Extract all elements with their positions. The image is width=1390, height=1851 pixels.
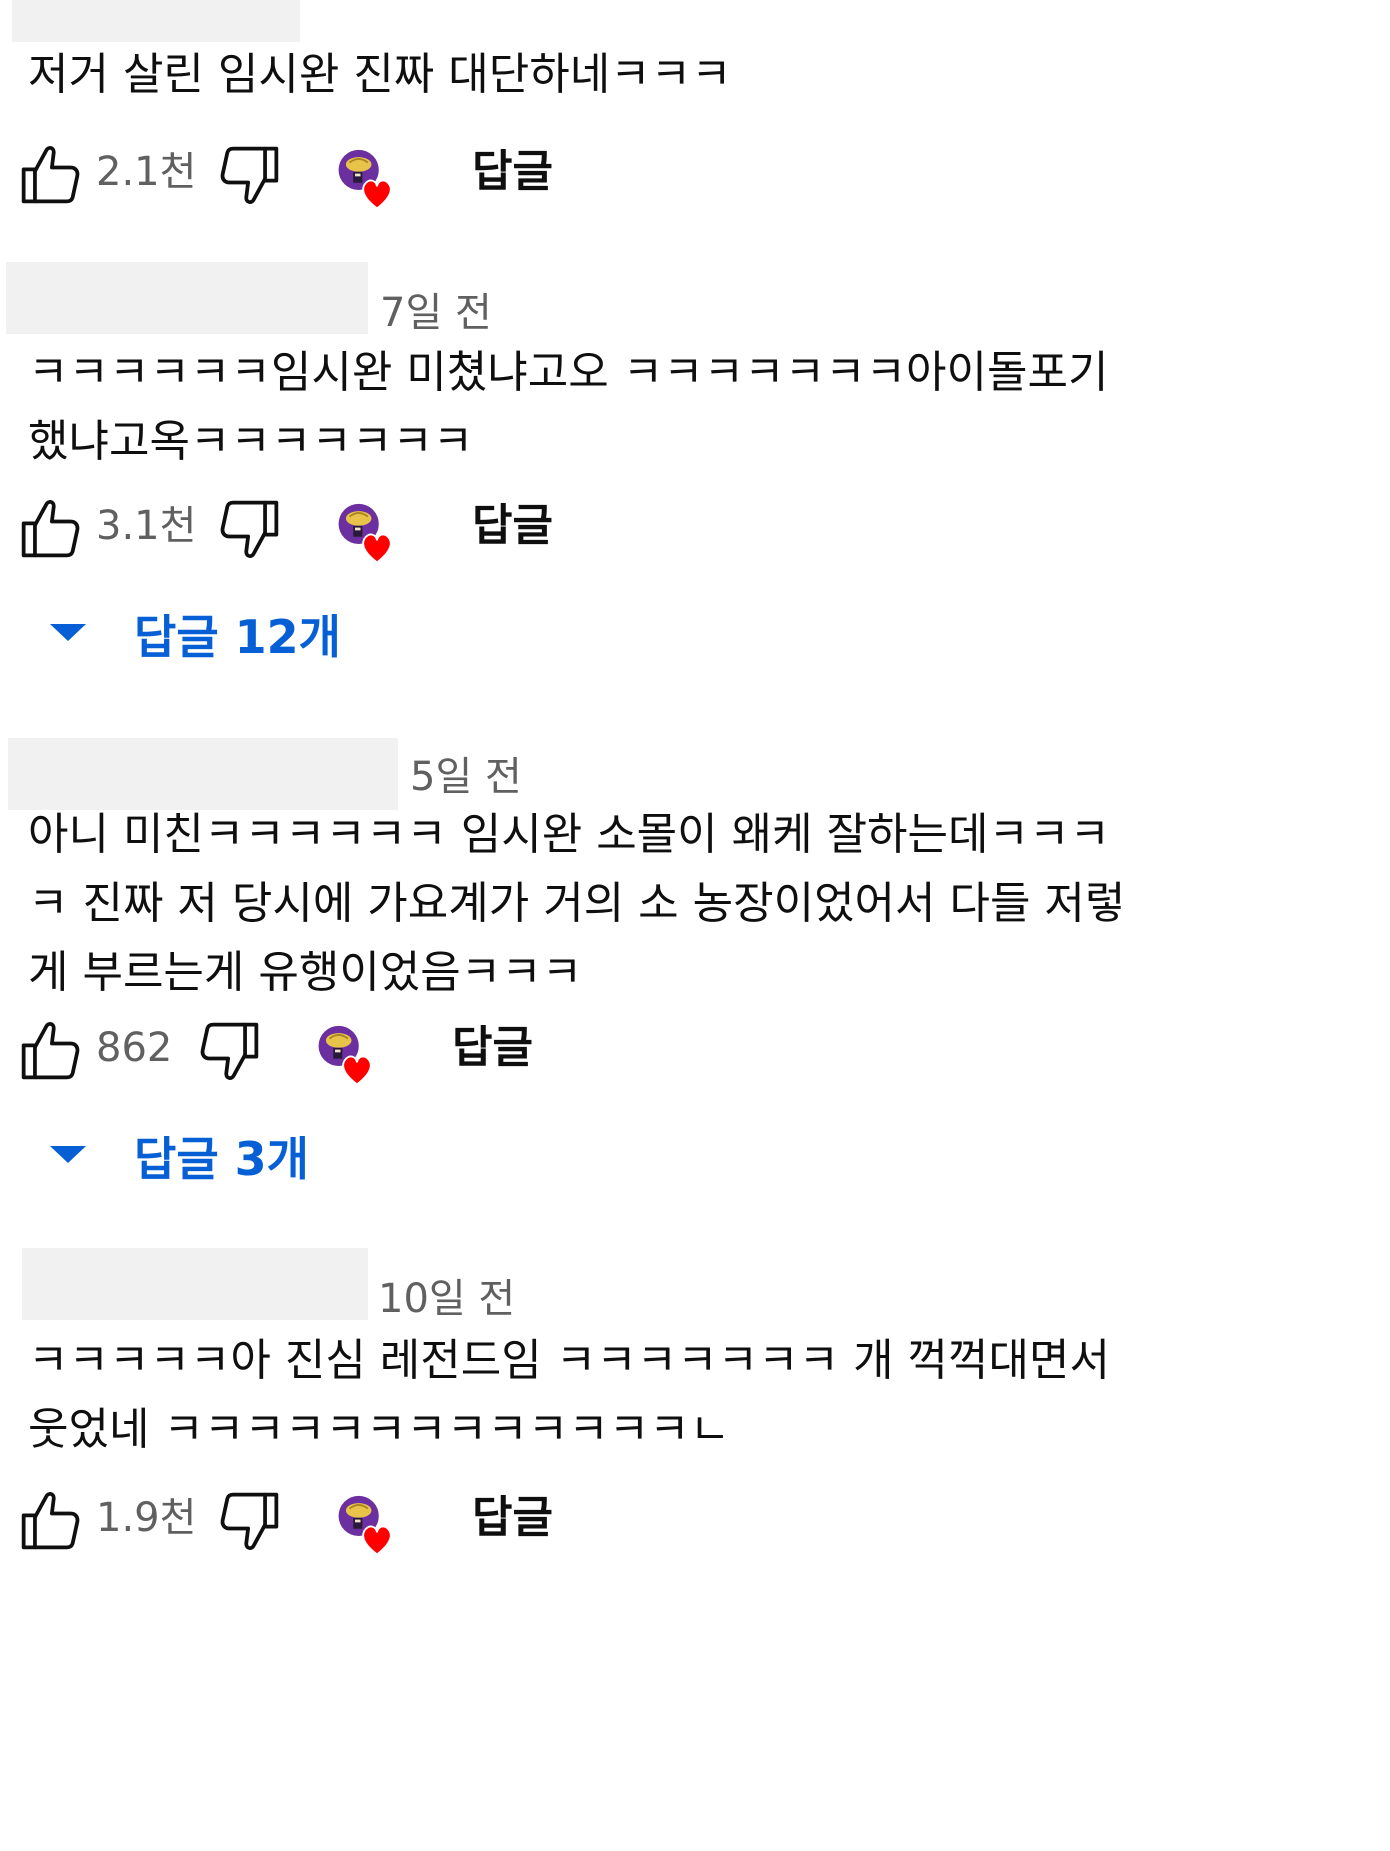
like-icon xyxy=(21,1492,80,1550)
like-icon xyxy=(21,1022,80,1080)
reply-button[interactable]: 답글 xyxy=(452,1008,533,1088)
reply-button[interactable]: 답글 xyxy=(472,1478,553,1558)
reply-button[interactable]: 답글 xyxy=(472,486,553,566)
view-replies-button[interactable]: 답글 3개 xyxy=(40,1114,440,1204)
like-count: 2.1천 xyxy=(96,149,197,195)
comment-actions: 1.9천 답글 xyxy=(0,1482,900,1562)
comment-actions: 3.1천 답글 xyxy=(0,490,900,570)
creator-heart xyxy=(334,502,398,566)
like-icon xyxy=(21,500,80,558)
creator-heart xyxy=(334,148,398,212)
like-button[interactable] xyxy=(18,1486,82,1556)
comment-text: 저거 살린 임시완 진짜 대단하네ㅋㅋㅋ xyxy=(28,49,732,100)
expand-caret-icon xyxy=(50,1146,86,1163)
creator-heart xyxy=(334,1494,398,1558)
dislike-icon xyxy=(220,146,279,204)
dislike-icon xyxy=(200,1022,259,1080)
creator-heart-icon xyxy=(337,502,392,564)
creator-heart-icon xyxy=(317,1024,372,1086)
author-name-redacted xyxy=(22,1248,368,1320)
like-count: 3.1천 xyxy=(96,503,197,549)
comment-text: ㅋㅋㅋㅋㅋ아 진심 레전드임 ㅋㅋㅋㅋㅋㅋㅋ 개 꺽꺽대면서 웃었네 ㅋㅋㅋㅋㅋ… xyxy=(28,1335,1110,1455)
like-count: 862 xyxy=(96,1025,173,1071)
reply-button[interactable]: 답글 xyxy=(472,132,553,212)
comment-time: 7일 전 xyxy=(380,290,492,336)
view-replies-label: 답글 12개 xyxy=(134,610,341,664)
comment-text: 아니 미친ㅋㅋㅋㅋㅋㅋ 임시완 소몰이 왜케 잘하는데ㅋㅋㅋ ㅋ 진짜 저 당시… xyxy=(28,809,1126,998)
comment-text: ㅋㅋㅋㅋㅋㅋ임시완 미쳤냐고오 ㅋㅋㅋㅋㅋㅋㅋ아이돌포기 했냐고옥ㅋㅋㅋㅋㅋㅋㅋ xyxy=(28,347,1109,467)
dislike-button[interactable] xyxy=(218,140,282,210)
comment-time: 10일 전 xyxy=(378,1276,516,1322)
view-replies-label: 답글 3개 xyxy=(134,1132,309,1186)
dislike-button[interactable] xyxy=(218,1486,282,1556)
expand-caret-icon xyxy=(50,624,86,641)
creator-heart-icon xyxy=(337,1494,392,1556)
like-icon xyxy=(21,146,80,204)
comment-actions: 862 답글 xyxy=(0,1012,900,1092)
like-count: 1.9천 xyxy=(96,1495,197,1541)
like-button[interactable] xyxy=(18,494,82,564)
author-name-redacted xyxy=(6,262,368,334)
comment-actions: 2.1천 답글 xyxy=(0,136,900,216)
like-button[interactable] xyxy=(18,1016,82,1086)
dislike-button[interactable] xyxy=(198,1016,262,1086)
creator-heart-icon xyxy=(337,148,392,210)
dislike-icon xyxy=(220,1492,279,1550)
like-button[interactable] xyxy=(18,140,82,210)
comment-time: 5일 전 xyxy=(410,754,522,800)
dislike-icon xyxy=(220,500,279,558)
author-name-redacted xyxy=(12,0,300,42)
creator-heart xyxy=(314,1024,378,1088)
dislike-button[interactable] xyxy=(218,494,282,564)
view-replies-button[interactable]: 답글 12개 xyxy=(40,592,440,682)
